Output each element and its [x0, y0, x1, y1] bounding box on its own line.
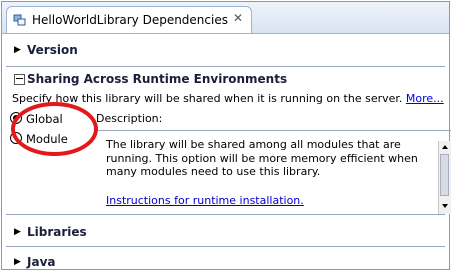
tab-bar: HelloWorldLibrary Dependencies ✕	[2, 2, 449, 34]
library-dependencies-icon	[13, 14, 26, 26]
scroll-up-icon[interactable]	[442, 145, 448, 149]
close-icon[interactable]: ✕	[233, 11, 243, 25]
section-libraries[interactable]: ▶ Libraries	[2, 216, 449, 246]
section-title-java: Java	[27, 255, 56, 269]
annotation-circle	[11, 102, 98, 156]
divider	[6, 246, 445, 247]
section-title-version: Version	[27, 43, 78, 57]
chevron-right-icon[interactable]: ▶	[14, 257, 21, 267]
divider	[6, 66, 445, 67]
divider	[6, 214, 445, 215]
tab-dependencies[interactable]: HelloWorldLibrary Dependencies ✕	[6, 6, 252, 33]
scroll-down-icon[interactable]	[442, 204, 448, 208]
chevron-right-icon[interactable]: ▶	[14, 227, 21, 237]
description-textarea[interactable]: The library will be shared among all mod…	[98, 130, 451, 214]
instructions-link[interactable]: Instructions for runtime installation.	[106, 194, 304, 207]
tab-title: HelloWorldLibrary Dependencies	[32, 13, 228, 27]
section-version[interactable]: ▶ Version	[2, 33, 449, 69]
section-title-sharing: Sharing Across Runtime Environments	[27, 72, 288, 86]
description-body: The library will be shared among all mod…	[106, 138, 418, 178]
scroll-thumb[interactable]	[440, 154, 449, 196]
vertical-scrollbar[interactable]	[438, 141, 451, 214]
description-label: Description:	[96, 112, 163, 125]
sharing-description: Specify how this library will be shared …	[12, 92, 444, 105]
collapse-icon[interactable]	[14, 74, 25, 85]
chevron-right-icon[interactable]: ▶	[14, 45, 21, 55]
editor-frame: HelloWorldLibrary Dependencies ✕ ▶ Versi…	[1, 1, 451, 270]
more-link[interactable]: More...	[406, 92, 444, 105]
section-java[interactable]: ▶ Java	[2, 248, 449, 270]
section-title-libraries: Libraries	[27, 225, 87, 239]
